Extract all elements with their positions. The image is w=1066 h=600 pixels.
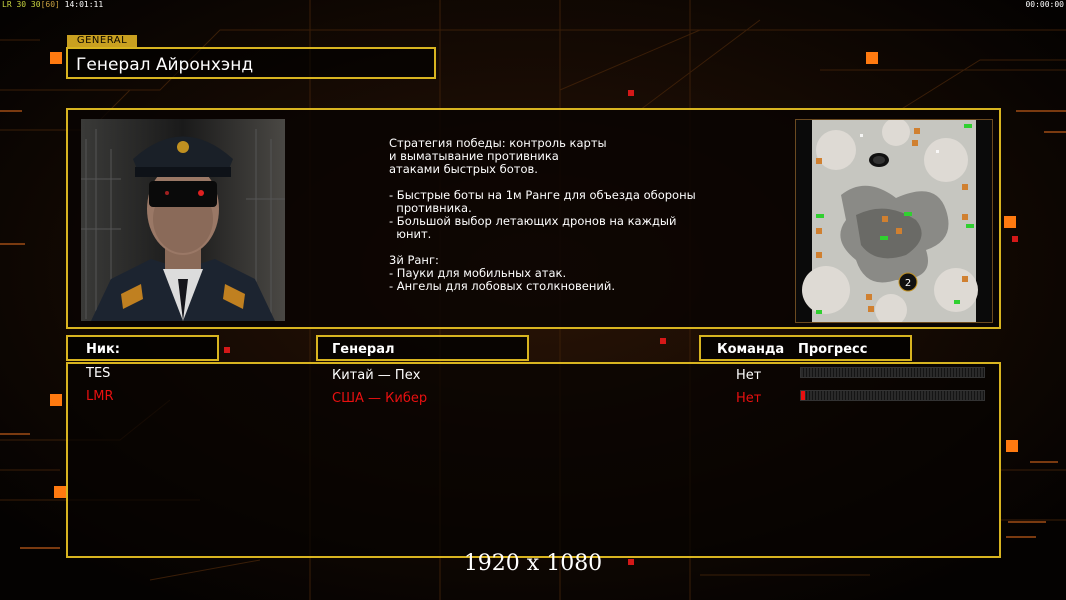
general-title-box: Генерал Айронхэнд: [66, 47, 436, 79]
game-timer: 00:00:00: [1025, 0, 1064, 9]
player-general: Китай — Пех: [332, 368, 421, 383]
general-tag: GENERAL: [67, 35, 137, 47]
player-progress-bar: [800, 367, 985, 378]
start-position-2: 2: [905, 278, 911, 289]
system-clock: 14:01:11: [64, 0, 104, 9]
team-progress-column-header: Команда Прогресс: [699, 335, 912, 361]
player-nick: LMR: [86, 389, 114, 404]
strategy-line: атаками быстрых ботов.: [389, 162, 538, 176]
fps-value-2: 30: [30, 0, 41, 9]
resolution-label: 1920 x 1080: [463, 551, 603, 576]
player-team: Нет: [736, 368, 762, 383]
general-portrait: [81, 119, 285, 321]
nick-column-header: Ник:: [66, 335, 219, 361]
nick-header-label: Ник:: [86, 342, 121, 357]
strategy-line: - Ангелы для лобовых столкновений.: [389, 279, 615, 293]
deco-square: [224, 347, 230, 353]
strategy-line: - Большой выбор летающих дронов на кажды…: [389, 214, 677, 228]
progress-header-label: Прогресс: [798, 342, 868, 357]
player-nick: TES: [86, 366, 111, 381]
fps-value: LR 30: [2, 0, 27, 9]
team-header-label: Команда: [717, 342, 785, 357]
player-progress-fill: [801, 391, 805, 400]
deco-square: [660, 338, 666, 344]
deco-square: [1012, 236, 1018, 242]
deco-square: [54, 486, 66, 498]
deco-square: [50, 52, 62, 64]
deco-square: [866, 52, 878, 64]
general-column-header: Генерал: [316, 335, 529, 361]
deco-square: [1004, 216, 1016, 228]
player-progress-bar: [800, 390, 985, 401]
fps-counter: LR 30 30[60] 14:01:11: [2, 0, 103, 9]
deco-square: [1006, 440, 1018, 452]
strategy-description: Стратегия победы: контроль карты и выматы…: [389, 137, 719, 293]
general-name: Генерал Айронхэнд: [76, 55, 254, 75]
player-general: США — Кибер: [332, 391, 428, 406]
strategy-line: юнит.: [389, 227, 432, 241]
fps-limit: [60]: [40, 0, 60, 9]
deco-square: [628, 90, 634, 96]
general-header-label: Генерал: [332, 342, 395, 357]
minimap: 2: [795, 119, 993, 323]
general-info-panel: Стратегия победы: контроль карты и выматы…: [66, 108, 1001, 329]
deco-square: [50, 394, 62, 406]
player-team: Нет: [736, 391, 762, 406]
